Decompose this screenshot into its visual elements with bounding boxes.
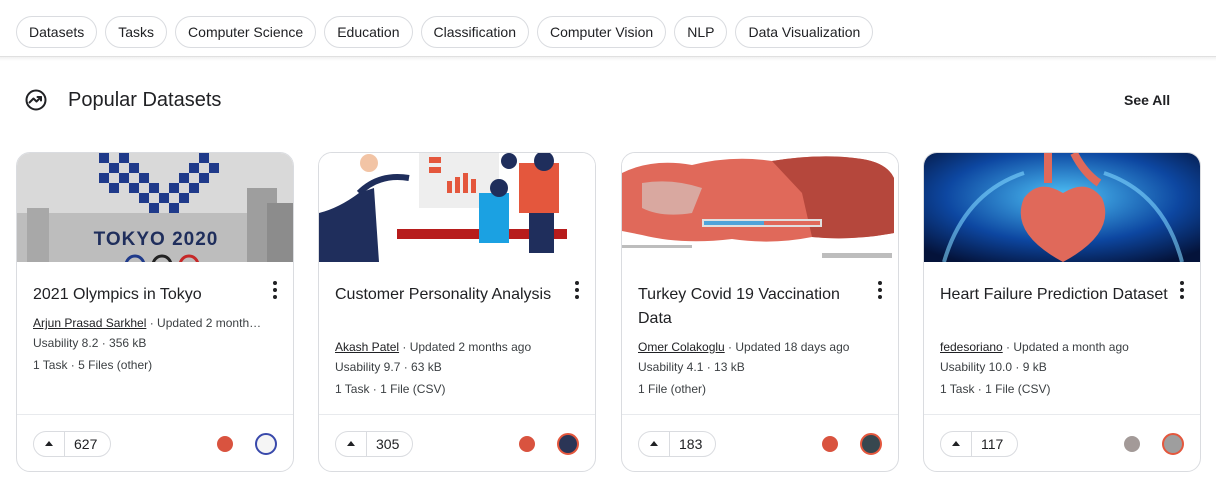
gold-medal-icon: [822, 436, 838, 452]
dataset-card-turkey-covid[interactable]: Turkey Covid 19 Vaccination Data Omer Co…: [621, 152, 899, 472]
card-title[interactable]: Heart Failure Prediction Dataset: [940, 283, 1170, 307]
tag-chip-nlp[interactable]: NLP: [674, 16, 728, 48]
dataset-card-heart-failure[interactable]: Heart Failure Prediction Dataset fedesor…: [923, 152, 1201, 472]
upvote-arrow-icon[interactable]: [336, 432, 367, 456]
dataset-card-customer-personality[interactable]: Customer Personality Analysis Akash Pate…: [318, 152, 596, 472]
upvote-control[interactable]: 117: [940, 431, 1018, 457]
card-files: 1 File (other): [638, 382, 707, 396]
vote-count: 117: [981, 436, 1004, 452]
updated-text: · Updated 18 days ago: [724, 340, 850, 354]
card-usability: Usability 9.7 · 63 kB: [335, 360, 442, 374]
tag-chip-bar: Datasets Tasks Computer Science Educatio…: [16, 16, 874, 48]
card-files: 1 Task · 1 File (CSV): [335, 382, 446, 396]
tag-chip-classification[interactable]: Classification: [420, 16, 529, 48]
thumb-caption: TOKYO 2020: [94, 229, 219, 250]
dataset-card-olympics[interactable]: TOKYO 2020 2021 Olympics in Tokyo Arjun …: [16, 152, 294, 472]
avatar[interactable]: [557, 433, 579, 455]
more-options-icon[interactable]: [876, 281, 884, 301]
vote-count: 627: [74, 436, 98, 452]
updated-text: · Updated 2 month…: [146, 316, 262, 330]
card-footer-divider: [924, 414, 1200, 415]
upvote-control[interactable]: 183: [638, 431, 716, 457]
section-title: Popular Datasets: [68, 89, 222, 111]
avatar[interactable]: [860, 433, 882, 455]
updated-text: · Updated a month ago: [1002, 340, 1129, 354]
tag-chip-computer-science[interactable]: Computer Science: [175, 16, 317, 48]
card-usability: Usability 10.0 · 9 kB: [940, 360, 1047, 374]
card-author-line: Arjun Prasad Sarkhel · Updated 2 month…: [33, 315, 283, 331]
card-title[interactable]: Customer Personality Analysis: [335, 283, 565, 307]
card-files: 1 Task · 5 Files (other): [33, 358, 153, 372]
upvote-control[interactable]: 305: [335, 431, 413, 457]
card-usability: Usability 4.1 · 13 kB: [638, 360, 745, 374]
tag-chip-education[interactable]: Education: [324, 16, 413, 48]
author-link[interactable]: Akash Patel: [335, 340, 399, 354]
silver-medal-icon: [1124, 436, 1140, 452]
gold-medal-icon: [217, 436, 233, 452]
tag-chip-datasets[interactable]: Datasets: [16, 16, 98, 48]
card-title[interactable]: 2021 Olympics in Tokyo: [33, 283, 263, 307]
gold-medal-icon: [519, 436, 535, 452]
business-meeting-illustration: [319, 153, 595, 262]
card-author-line: fedesoriano · Updated a month ago: [940, 339, 1190, 355]
avatar[interactable]: [255, 433, 277, 455]
more-options-icon[interactable]: [1178, 281, 1186, 301]
upvote-control[interactable]: 627: [33, 431, 111, 457]
upvote-arrow-icon[interactable]: [34, 432, 65, 456]
vote-count: 305: [376, 436, 400, 452]
vote-count: 183: [679, 436, 703, 452]
card-usability: Usability 8.2 · 356 kB: [33, 336, 147, 350]
card-footer-divider: [319, 414, 595, 415]
upvote-arrow-icon[interactable]: [941, 432, 972, 456]
turkey-vaccination-map: [622, 153, 898, 262]
card-author-line: Akash Patel · Updated 2 months ago: [335, 339, 585, 355]
author-link[interactable]: Omer Colakoglu: [638, 340, 725, 354]
author-link[interactable]: fedesoriano: [940, 340, 1003, 354]
more-options-icon[interactable]: [271, 281, 279, 301]
author-link[interactable]: Arjun Prasad Sarkhel: [33, 316, 146, 330]
more-options-icon[interactable]: [573, 281, 581, 301]
tag-chip-tasks[interactable]: Tasks: [105, 16, 168, 48]
heart-xray-image: [924, 153, 1200, 262]
trending-up-icon: [25, 89, 47, 111]
card-files: 1 Task · 1 File (CSV): [940, 382, 1051, 396]
upvote-arrow-icon[interactable]: [639, 432, 670, 456]
card-author-line: Omer Colakoglu · Updated 18 days ago: [638, 339, 888, 355]
tag-chip-computer-vision[interactable]: Computer Vision: [536, 16, 667, 48]
card-footer-divider: [17, 414, 293, 415]
see-all-link[interactable]: See All: [1124, 92, 1170, 108]
card-title[interactable]: Turkey Covid 19 Vaccination Data: [638, 283, 868, 331]
updated-text: · Updated 2 months ago: [399, 340, 532, 354]
card-footer-divider: [622, 414, 898, 415]
tag-chip-data-visualization[interactable]: Data Visualization: [735, 16, 874, 48]
header-divider-shadow: [0, 57, 1216, 61]
avatar[interactable]: [1162, 433, 1184, 455]
tokyo-2020-image: TOKYO 2020: [17, 153, 293, 262]
